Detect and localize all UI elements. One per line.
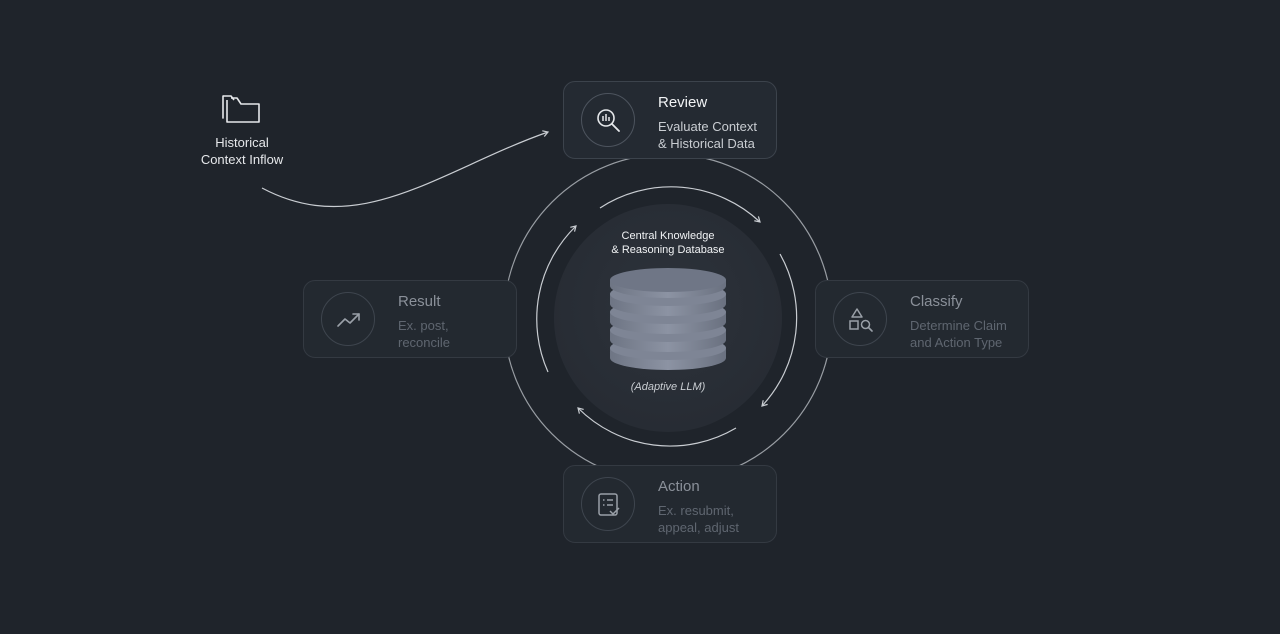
review-desc-line1: Evaluate Context bbox=[658, 119, 758, 134]
result-desc-line2: reconcile bbox=[398, 335, 451, 350]
action-desc-line1: Ex. resubmit, bbox=[658, 503, 734, 518]
step-card-review: Review Evaluate Context & Historical Dat… bbox=[563, 81, 777, 159]
central-knowledge-hub: Central Knowledge & Reasoning Database (… bbox=[554, 204, 782, 432]
result-desc-line1: Ex. post, bbox=[398, 318, 449, 333]
action-icon-circle bbox=[581, 477, 635, 531]
result-description: Ex. post, reconcile bbox=[398, 317, 514, 351]
action-desc-line2: appeal, adjust bbox=[658, 520, 739, 535]
historical-context-inflow: Historical Context Inflow bbox=[178, 92, 306, 168]
hub-subtitle: (Adaptive LLM) bbox=[630, 381, 706, 393]
checklist-icon bbox=[598, 493, 620, 516]
review-desc-line2: & Historical Data bbox=[658, 136, 755, 151]
magnifier-chart-icon bbox=[597, 109, 620, 132]
step-card-classify: Classify Determine Claim and Action Type bbox=[815, 280, 1029, 358]
inflow-label-line1: Historical bbox=[215, 135, 269, 150]
result-icon-circle bbox=[321, 292, 375, 346]
classify-desc-line2: and Action Type bbox=[910, 335, 1003, 350]
classify-icon-circle bbox=[833, 292, 887, 346]
action-title: Action bbox=[658, 478, 700, 495]
folder-icon bbox=[222, 95, 260, 123]
hub-title: Central Knowledge & Reasoning Database bbox=[554, 229, 782, 257]
classify-description: Determine Claim and Action Type bbox=[910, 317, 1026, 351]
action-description: Ex. resubmit, appeal, adjust bbox=[658, 502, 774, 536]
step-card-result: Result Ex. post, reconcile bbox=[303, 280, 517, 358]
diagram-canvas: Historical Context Inflow Review Evaluat… bbox=[0, 0, 1280, 634]
step-card-action: Action Ex. resubmit, appeal, adjust bbox=[563, 465, 777, 543]
classify-desc-line1: Determine Claim bbox=[910, 318, 1007, 333]
hub-title-line1: Central Knowledge bbox=[621, 230, 715, 242]
review-icon-circle bbox=[581, 93, 635, 147]
review-title: Review bbox=[658, 94, 708, 111]
review-description: Evaluate Context & Historical Data bbox=[658, 118, 774, 152]
hub-title-line2: & Reasoning Database bbox=[611, 244, 725, 256]
database-icon bbox=[610, 268, 726, 370]
classify-title: Classify bbox=[910, 293, 963, 310]
shapes-search-icon bbox=[849, 308, 873, 332]
trend-up-icon bbox=[337, 313, 360, 327]
result-title: Result bbox=[398, 293, 441, 310]
inflow-label-line2: Context Inflow bbox=[200, 152, 284, 167]
